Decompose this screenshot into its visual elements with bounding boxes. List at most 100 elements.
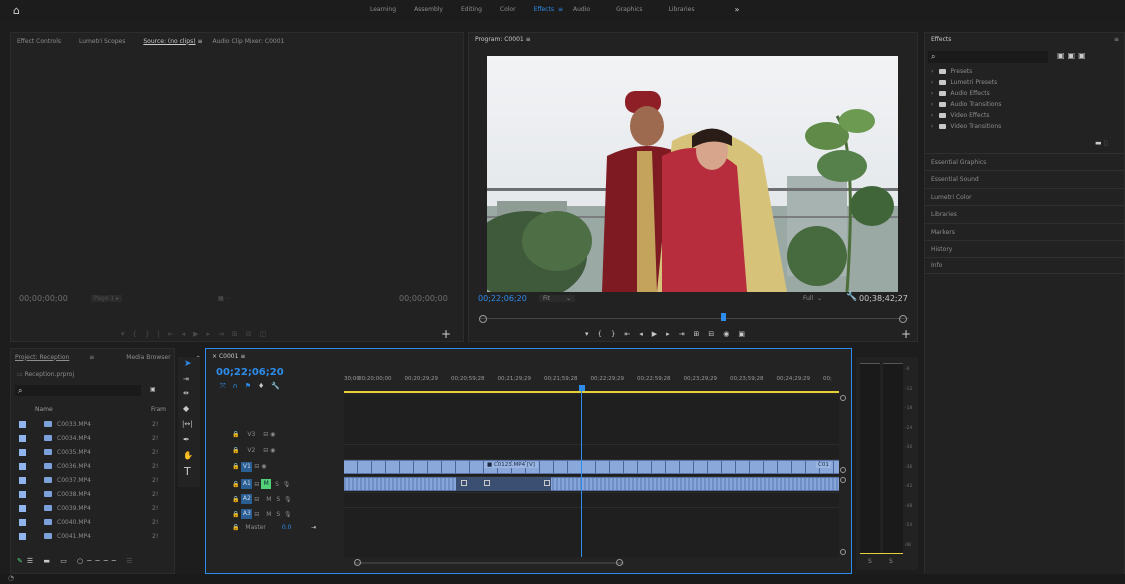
ws-editing[interactable]: Editing: [461, 6, 482, 13]
effects-title[interactable]: Effects: [931, 36, 951, 43]
effects-folder-video-effects[interactable]: › Video Effects: [931, 110, 990, 121]
effects-folder-audio-transitions[interactable]: › Audio Transitions: [931, 99, 1002, 110]
section-history[interactable]: History: [925, 240, 1124, 257]
program-fit-dropdown[interactable]: Fit ⌄: [539, 295, 575, 302]
tab-source[interactable]: Source: (no clips) ≡: [143, 38, 202, 45]
track-a2[interactable]: 🔒 A2 ⊟ MS 🎙: [232, 494, 292, 504]
program-full-dropdown[interactable]: Full ⌄: [803, 295, 822, 302]
program-wrench-icon[interactable]: 🔧: [846, 292, 857, 302]
meter-solo-left[interactable]: S: [868, 558, 872, 565]
effects-folder-audio-effects[interactable]: › Audio Effects: [931, 88, 990, 99]
track-v3[interactable]: 🔒 V3 ⊟ ◉: [232, 431, 275, 438]
clip-color-label[interactable]: [19, 504, 26, 512]
clip-color-label[interactable]: [19, 532, 26, 540]
program-add-button[interactable]: +: [901, 327, 911, 341]
program-scrub-bar[interactable]: [479, 313, 909, 325]
project-new-bin-icon[interactable]: ▣: [150, 386, 156, 393]
track-v1-target[interactable]: V1: [241, 462, 253, 472]
section-libraries[interactable]: Libraries: [925, 205, 1124, 222]
track-a3[interactable]: 🔒 A3 ⊟ MS 🎙: [232, 509, 292, 519]
track-master[interactable]: 🔒 Master 0.0 ⇥: [232, 524, 316, 531]
a1-keyframe[interactable]: [544, 480, 550, 486]
hand-tool-icon[interactable]: ✋: [183, 451, 193, 460]
table-row[interactable]: C0034.MP4 2!: [11, 431, 174, 445]
ws-effects-menu-icon[interactable]: ≡: [558, 6, 563, 13]
razor-tool-icon[interactable]: ◆: [183, 404, 189, 413]
project-col-name[interactable]: Name: [35, 406, 53, 413]
timeline-hscroll[interactable]: [354, 559, 624, 567]
effects-menu-icon[interactable]: ≡: [1114, 36, 1119, 43]
source-add-button[interactable]: +: [441, 327, 451, 341]
table-row[interactable]: C0041.MP4 2!: [11, 529, 174, 543]
timeline-playhead[interactable]: [579, 385, 585, 391]
effects-folder-presets[interactable]: › Presets: [931, 66, 972, 77]
v1-clip-label[interactable]: ■ C0123.MP4 [V]: [484, 462, 538, 468]
a1-keyframe[interactable]: [461, 480, 467, 486]
ws-graphics[interactable]: Graphics: [616, 6, 643, 13]
section-markers[interactable]: Markers: [925, 223, 1124, 240]
clip-color-label[interactable]: [19, 434, 26, 442]
effects-new-bin-icon[interactable]: ▬ ▯: [1095, 139, 1108, 147]
ws-effects[interactable]: Effects: [534, 6, 554, 13]
timeline-timecode[interactable]: 00;22;06;20: [216, 367, 284, 378]
a1-audio-clip[interactable]: [344, 477, 839, 491]
track-a1[interactable]: 🔒 A1 ⊟ M S 🎙: [232, 479, 290, 489]
source-timecode-left[interactable]: 00;00;00;00: [19, 294, 68, 303]
table-row[interactable]: C0036.MP4 2!: [11, 459, 174, 473]
effects-folder-lumetri-presets[interactable]: › Lumetri Presets: [931, 77, 997, 88]
a1-keyframe[interactable]: [484, 480, 490, 486]
table-row[interactable]: C0037.MP4 2!: [11, 473, 174, 487]
timeline-work-area[interactable]: [344, 391, 839, 393]
tab-media-browser[interactable]: Media Browser: [126, 354, 170, 361]
timeline-tools[interactable]: ⤧∩⚑♦🔧: [220, 382, 287, 391]
tab-effect-controls[interactable]: Effect Controls: [17, 38, 61, 45]
program-title[interactable]: Program: C0001 ≡: [475, 36, 531, 43]
track-v2[interactable]: 🔒 V2 ⊟ ◉: [232, 447, 275, 454]
ws-assembly[interactable]: Assembly: [414, 6, 443, 13]
pen-tool-icon[interactable]: ✒: [183, 435, 190, 444]
program-playhead[interactable]: [721, 313, 726, 321]
status-icon[interactable]: ◔: [8, 574, 14, 582]
timeline-tab[interactable]: × C0001 ≡: [212, 353, 245, 360]
timeline-ruler[interactable]: 30;00 00;20;00;00 00;20;29;29 00;20;59;28 00…: [344, 376, 839, 388]
ws-color[interactable]: Color: [500, 6, 516, 13]
program-transport-controls[interactable]: ▾{}⇤◂▶▸⇥⊞⊟◉▣: [585, 330, 754, 338]
table-row[interactable]: C0040.MP4 2!: [11, 515, 174, 529]
effects-filter-icons[interactable]: ▣▣▣: [1057, 51, 1089, 60]
project-footer-tools[interactable]: ✎☰ ▬ ▭ ○──── ☰: [17, 557, 137, 565]
source-transport-controls[interactable]: ▾{}|⇤◂▶▸⇥⊞⊟◫: [121, 330, 274, 338]
project-search-input[interactable]: ⌕: [15, 385, 141, 396]
table-row[interactable]: C0038.MP4 2!: [11, 487, 174, 501]
track-select-tool-icon[interactable]: ⇥: [183, 375, 189, 383]
effects-search-input[interactable]: ⌕: [928, 51, 1048, 63]
section-essential-sound[interactable]: Essential Sound: [925, 170, 1124, 187]
ripple-edit-tool-icon[interactable]: ⇹: [183, 389, 189, 397]
ws-more-icon[interactable]: »: [734, 5, 739, 14]
tab-project-reception[interactable]: Project: Reception ≡: [15, 354, 112, 361]
clip-color-label[interactable]: [19, 518, 26, 526]
program-timecode[interactable]: 00;22;06;20: [478, 294, 527, 303]
tab-lumetri-scopes[interactable]: Lumetri Scopes: [79, 38, 125, 45]
table-row[interactable]: C0039.MP4 2!: [11, 501, 174, 515]
effects-folder-video-transitions[interactable]: › Video Transitions: [931, 121, 1001, 132]
table-row[interactable]: C0033.MP4 2!: [11, 417, 174, 431]
ws-audio[interactable]: Audio: [573, 6, 590, 13]
clip-color-label[interactable]: [19, 462, 26, 470]
track-v1[interactable]: 🔒 V1 ⊟ ◉: [232, 462, 266, 472]
v1-clip-label-end[interactable]: C01: [816, 462, 831, 468]
track-a1-mute-button[interactable]: M: [261, 479, 272, 489]
section-essential-graphics[interactable]: Essential Graphics: [925, 153, 1124, 170]
v1-clip-strip[interactable]: [344, 460, 839, 474]
source-page-label[interactable]: Page 1 ▸: [91, 295, 123, 302]
clip-color-label[interactable]: [19, 448, 26, 456]
timeline-vscroll[interactable]: [840, 395, 846, 557]
clip-color-label[interactable]: [19, 420, 26, 428]
tab-audio-clip-mixer[interactable]: Audio Clip Mixer: C0001: [213, 38, 285, 45]
home-icon[interactable]: ⌂: [13, 4, 20, 17]
source-timecode-right[interactable]: 00;00;00;00: [399, 294, 448, 303]
clip-color-label[interactable]: [19, 490, 26, 498]
selection-tool-icon[interactable]: ➤: [184, 359, 192, 369]
clip-color-label[interactable]: [19, 476, 26, 484]
ws-learning[interactable]: Learning: [370, 6, 396, 13]
type-tool-icon[interactable]: T: [184, 465, 191, 478]
